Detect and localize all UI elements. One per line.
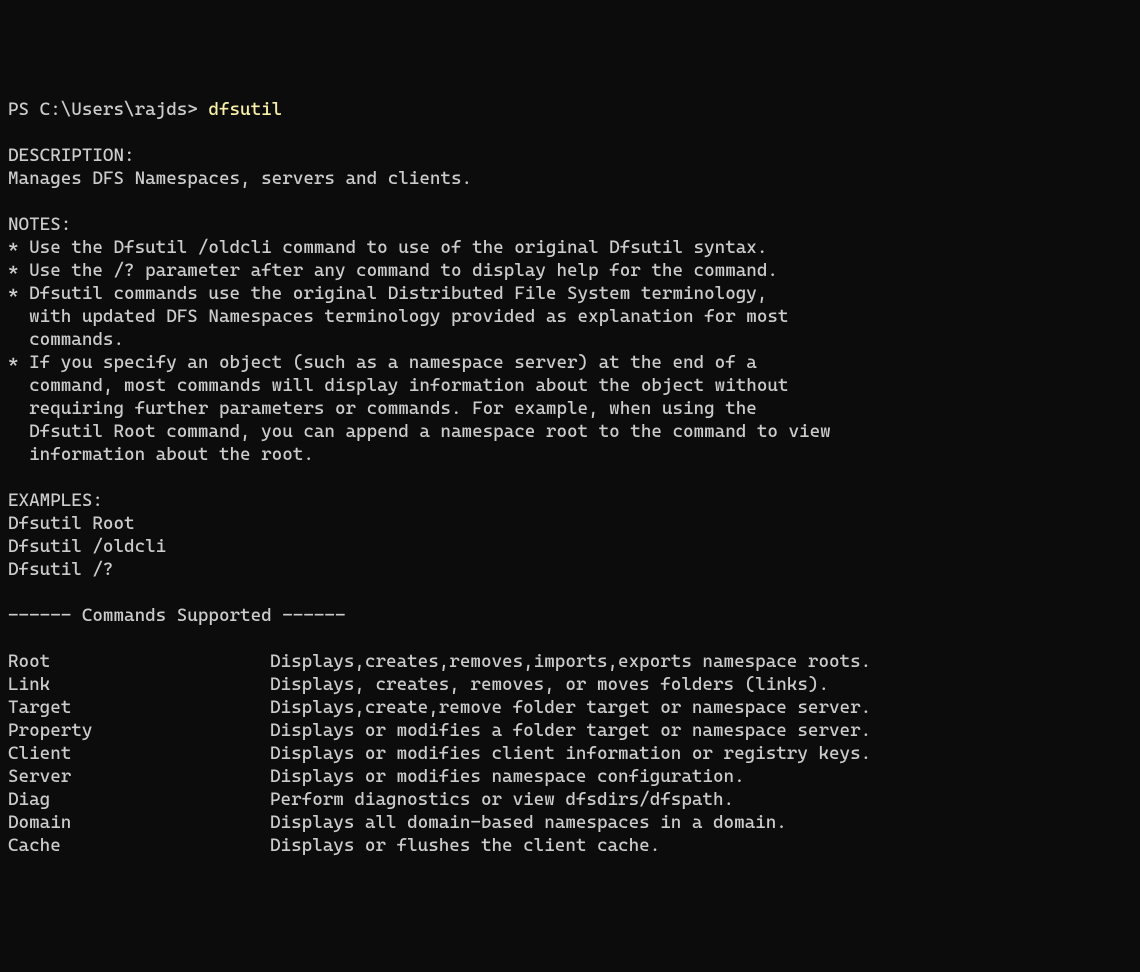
note-line: * Use the /? parameter after any command…	[8, 260, 778, 281]
command-desc: Displays,create,remove folder target or …	[270, 697, 871, 718]
command-row: LinkDisplays, creates, removes, or moves…	[8, 673, 1132, 696]
examples-header: EXAMPLES:	[8, 490, 103, 511]
notes-header: NOTES:	[8, 214, 71, 235]
command-name: Diag	[8, 788, 270, 811]
command-name: Domain	[8, 811, 270, 834]
prompt: PS C:\Users\rajds>	[8, 99, 208, 120]
command-desc: Displays or modifies client information …	[270, 743, 871, 764]
note-line: information about the root.	[8, 444, 314, 465]
description-header: DESCRIPTION:	[8, 145, 135, 166]
note-line: Dfsutil Root command, you can append a n…	[8, 421, 831, 442]
command-name: Root	[8, 650, 270, 673]
command-row: DiagPerform diagnostics or view dfsdirs/…	[8, 788, 1132, 811]
description-text: Manages DFS Namespaces, servers and clie…	[8, 168, 472, 189]
typed-command: dfsutil	[208, 99, 282, 120]
command-desc: Perform diagnostics or view dfsdirs/dfsp…	[270, 789, 734, 810]
terminal-output[interactable]: PS C:\Users\rajds> dfsutil DESCRIPTION: …	[8, 98, 1132, 857]
command-desc: Displays or modifies a folder target or …	[270, 720, 871, 741]
commands-table: RootDisplays,creates,removes,imports,exp…	[8, 650, 1132, 857]
command-desc: Displays or modifies namespace configura…	[270, 766, 745, 787]
command-row: CacheDisplays or flushes the client cach…	[8, 834, 1132, 857]
command-name: Link	[8, 673, 270, 696]
command-desc: Displays,creates,removes,imports,exports…	[270, 651, 871, 672]
note-line: * Use the Dfsutil /oldcli command to use…	[8, 237, 767, 258]
note-line: * Dfsutil commands use the original Dist…	[8, 283, 767, 304]
command-row: RootDisplays,creates,removes,imports,exp…	[8, 650, 1132, 673]
note-line: * If you specify an object (such as a na…	[8, 352, 757, 373]
note-line: commands.	[8, 329, 124, 350]
command-row: ServerDisplays or modifies namespace con…	[8, 765, 1132, 788]
note-line: command, most commands will display info…	[8, 375, 788, 396]
command-name: Cache	[8, 834, 270, 857]
command-name: Client	[8, 742, 270, 765]
command-desc: Displays or flushes the client cache.	[270, 835, 660, 856]
example-line: Dfsutil /?	[8, 559, 113, 580]
note-line: requiring further parameters or commands…	[8, 398, 757, 419]
command-name: Target	[8, 696, 270, 719]
command-desc: Displays, creates, removes, or moves fol…	[270, 674, 829, 695]
note-line: with updated DFS Namespaces terminology …	[8, 306, 788, 327]
commands-header: ------ Commands Supported ------	[8, 605, 346, 626]
command-name: Property	[8, 719, 270, 742]
example-line: Dfsutil Root	[8, 513, 135, 534]
command-row: TargetDisplays,create,remove folder targ…	[8, 696, 1132, 719]
command-desc: Displays all domain-based namespaces in …	[270, 812, 787, 833]
example-line: Dfsutil /oldcli	[8, 536, 166, 557]
command-name: Server	[8, 765, 270, 788]
command-row: DomainDisplays all domain-based namespac…	[8, 811, 1132, 834]
command-row: ClientDisplays or modifies client inform…	[8, 742, 1132, 765]
command-row: PropertyDisplays or modifies a folder ta…	[8, 719, 1132, 742]
